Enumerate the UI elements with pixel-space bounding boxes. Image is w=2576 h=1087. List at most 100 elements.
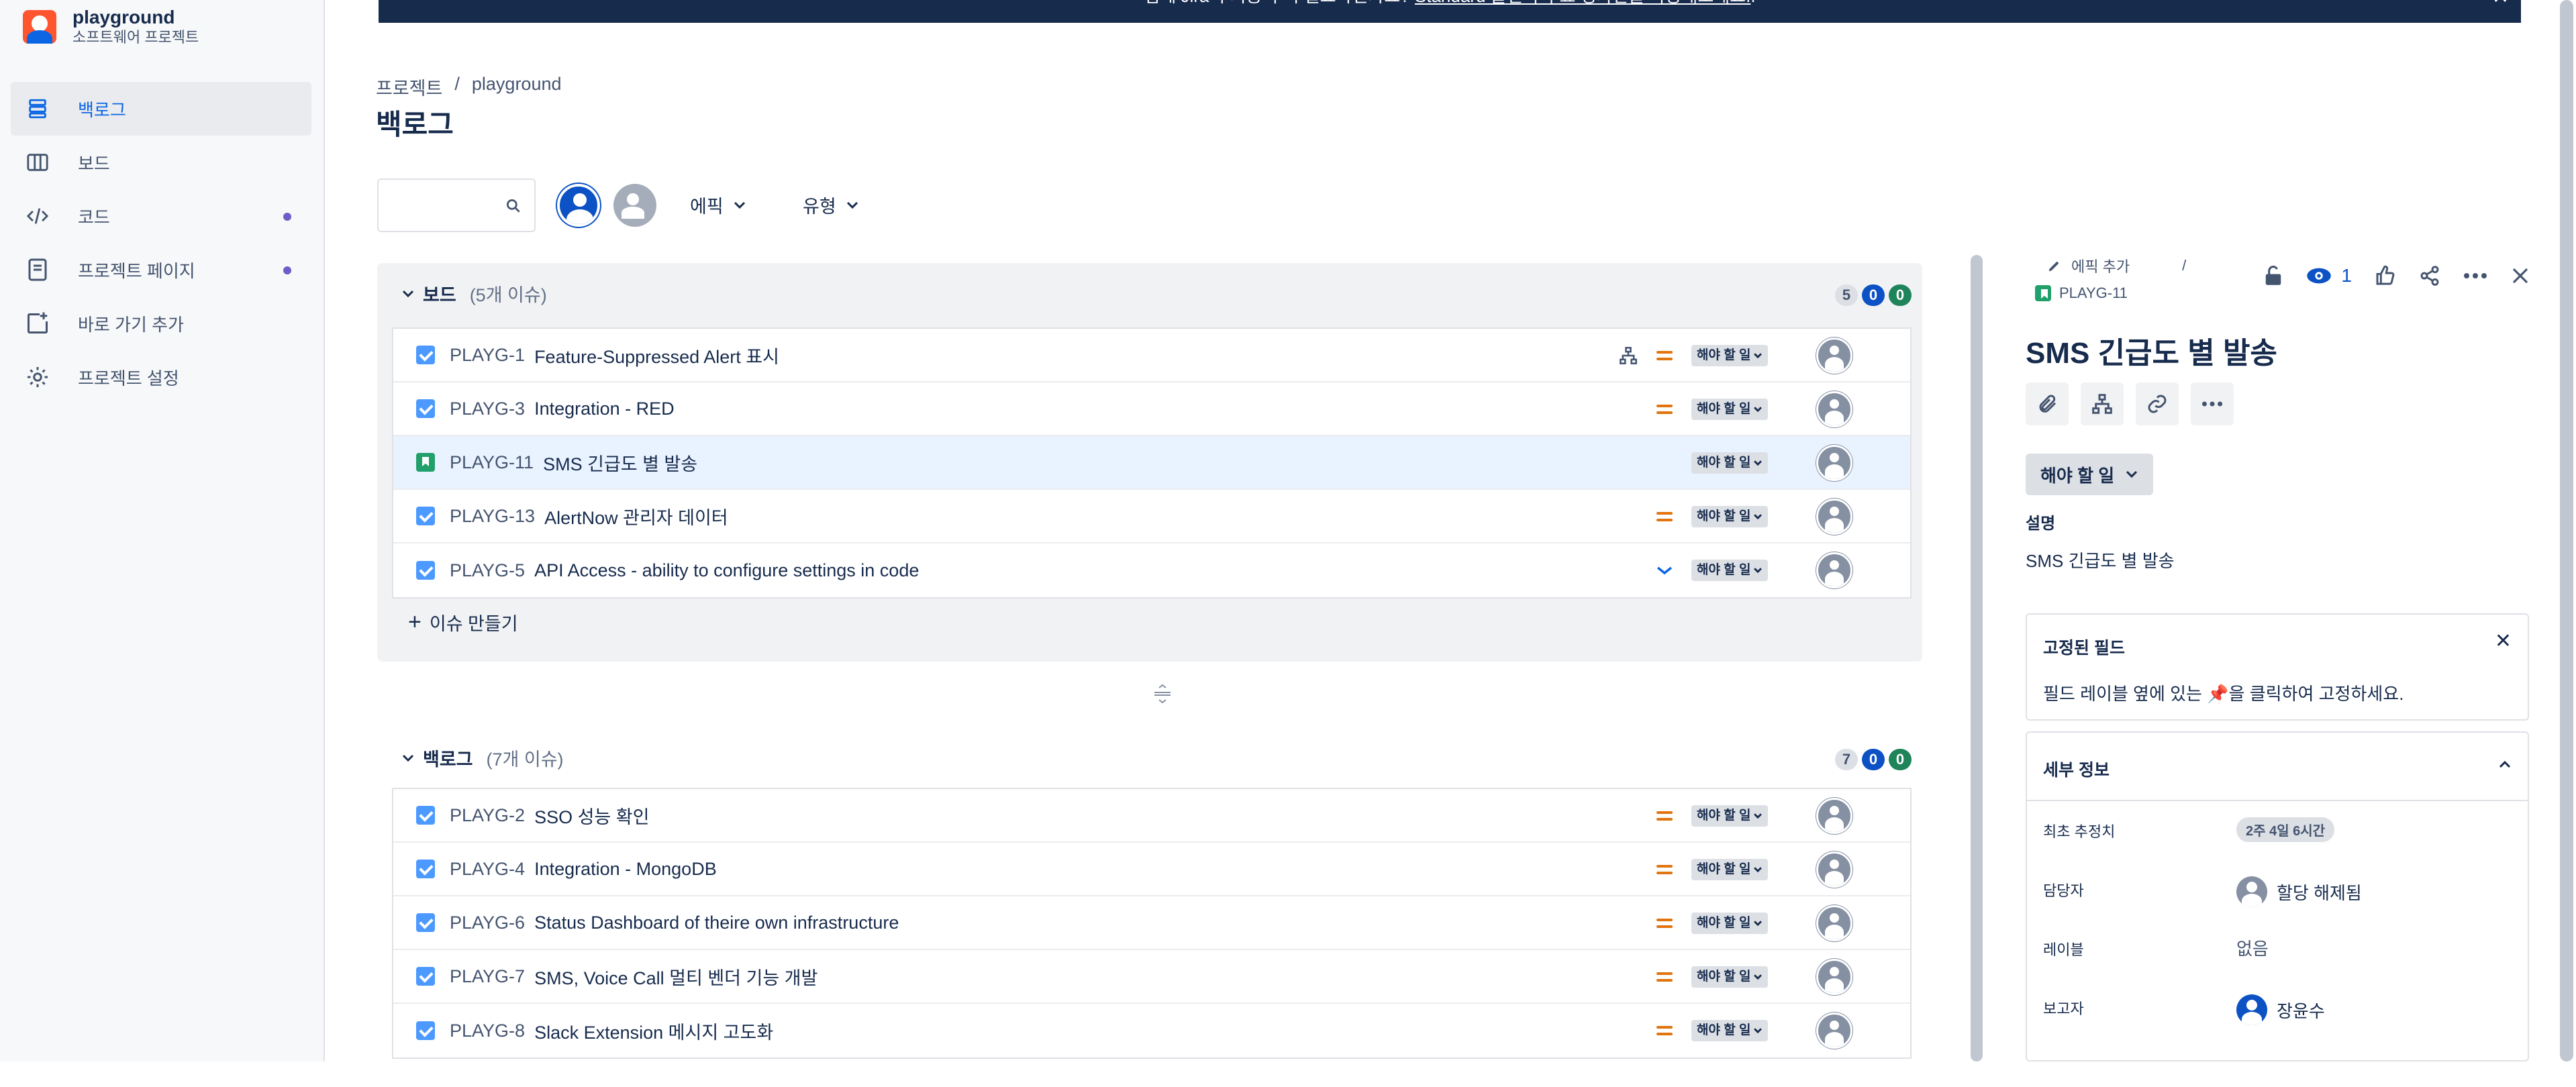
assignee-avatar[interactable] [1816, 499, 1852, 535]
status-dropdown[interactable]: 해야 할 일 [1691, 452, 1769, 474]
status-label: 해야 할 일 [1697, 970, 1751, 984]
sidebar-item-add-shortcut[interactable]: 바로 가기 추가 [11, 297, 311, 350]
issue-row[interactable]: PLAYG-1 Feature-Suppressed Alert 표시 해야 할 일 [393, 329, 1910, 382]
status-dropdown[interactable]: 해야 할 일 [1691, 913, 1769, 934]
assignee-avatar[interactable] [1816, 851, 1852, 888]
breadcrumb-project[interactable]: playground [472, 74, 562, 100]
pinned-fields-title: 고정된 필드 [2043, 639, 2125, 658]
assignee-value[interactable]: 할당 해제됨 [2236, 876, 2362, 907]
chevron-down-icon [846, 201, 858, 209]
assignee-avatar[interactable] [1816, 552, 1852, 588]
status-dropdown[interactable]: 해야 할 일 [1691, 345, 1769, 366]
status-label: 해야 할 일 [1697, 809, 1751, 823]
issue-key[interactable]: PLAYG-5 [450, 560, 525, 581]
issue-row[interactable]: PLAYG-3 Integration - RED 해야 할 일 [393, 382, 1910, 436]
assignee-avatar[interactable] [1816, 1013, 1852, 1049]
issue-key[interactable]: PLAYG-3 [450, 399, 525, 419]
issue-key[interactable]: PLAYG-6 [450, 913, 525, 933]
banner-link[interactable]: Standard 플랜의 무료 평가판을 사용해보세요. [1415, 0, 1750, 6]
watch-button[interactable]: 1 [2306, 265, 2352, 287]
sidebar-nav: 백로그 보드 코드 프로젝트 페이지 바로 가기 추가 프로젝트 설정 [11, 82, 311, 404]
task-icon [416, 507, 435, 525]
issue-row[interactable]: PLAYG-6 Status Dashboard of theire own in… [393, 896, 1910, 950]
page-scrollbar[interactable] [2560, 0, 2573, 1062]
watcher-count: 1 [2341, 265, 2352, 286]
status-dropdown[interactable]: 해야 할 일 [2026, 454, 2154, 495]
page-title: 백로그 [376, 109, 454, 140]
detail-issue-key[interactable]: PLAYG-11 [2035, 284, 2128, 302]
status-dropdown[interactable]: 해야 할 일 [1691, 1020, 1769, 1041]
sidebar-item-label: 백로그 [78, 99, 126, 120]
child-issue-button[interactable] [2081, 382, 2124, 425]
issue-key[interactable]: PLAYG-4 [450, 859, 525, 880]
search-input[interactable] [377, 178, 536, 232]
banner-text: 팀에 Jira의 기능이 더 필요하신가요? [1144, 0, 1409, 6]
share-icon[interactable] [2419, 265, 2440, 287]
assignee-avatar[interactable] [1816, 338, 1852, 374]
reporter-value[interactable]: 장윤수 [2236, 994, 2325, 1025]
thumbs-up-icon[interactable] [2375, 265, 2396, 287]
more-icon[interactable] [2463, 272, 2487, 279]
close-icon[interactable] [2510, 266, 2530, 286]
epic-filter[interactable]: 에픽 [690, 192, 746, 218]
details-card: 세부 정보 최초 추정치 2주 4일 6시간 담당자 할당 해제됨 레이블 없음… [2026, 731, 2529, 1062]
assignee-avatar[interactable] [1816, 391, 1852, 427]
assignee-avatar[interactable] [1816, 798, 1852, 834]
issue-key[interactable]: PLAYG-2 [450, 805, 525, 826]
link-issue-button[interactable] [2136, 382, 2179, 425]
sidebar-item-settings[interactable]: 프로젝트 설정 [11, 350, 311, 404]
assignee-avatar[interactable] [1816, 959, 1852, 995]
drag-handle-icon[interactable] [1152, 683, 1173, 705]
sidebar-item-project-page[interactable]: 프로젝트 페이지 [11, 243, 311, 297]
issue-key[interactable]: PLAYG-11 [450, 452, 534, 473]
issue-key[interactable]: PLAYG-13 [450, 506, 535, 527]
sidebar-item-board[interactable]: 보드 [11, 136, 311, 189]
issue-row[interactable]: PLAYG-13 AlertNow 관리자 데이터 해야 할 일 [393, 490, 1910, 544]
child-issues-icon[interactable] [1619, 346, 1638, 365]
issue-row[interactable]: PLAYG-5 API Access - ability to configure… [393, 544, 1910, 597]
board-section-header[interactable]: 보드 (5개 이슈) [401, 280, 547, 307]
issue-row[interactable]: PLAYG-8 Slack Extension 메시지 고도화 해야 할 일 [393, 1004, 1910, 1057]
assignee-avatar[interactable] [1816, 905, 1852, 941]
status-dropdown[interactable]: 해야 할 일 [1691, 506, 1769, 527]
epic-filter-label: 에픽 [690, 197, 724, 217]
status-dropdown[interactable]: 해야 할 일 [1691, 859, 1769, 880]
issue-row[interactable]: PLAYG-11 SMS 긴급도 별 발송 해야 할 일 [393, 436, 1910, 490]
description-text[interactable]: SMS 긴급도 별 발송 [2026, 548, 2175, 572]
create-issue-button[interactable]: + 이슈 만들기 [408, 609, 518, 635]
lock-icon[interactable] [2263, 264, 2283, 287]
labels-value[interactable]: 없음 [2236, 935, 2269, 960]
project-header[interactable]: playground 소프트웨어 프로젝트 [23, 7, 199, 47]
status-dropdown[interactable]: 해야 할 일 [1691, 966, 1769, 988]
issue-title[interactable]: SMS 긴급도 별 발송 [2026, 329, 2277, 372]
sidebar-item-code[interactable]: 코드 [11, 189, 311, 243]
more-actions-button[interactable] [2191, 382, 2234, 425]
status-dropdown[interactable]: 해야 할 일 [1691, 399, 1769, 420]
issue-summary: SMS, Voice Call 멀티 벤더 기능 개발 [534, 968, 818, 988]
user-avatar-filter[interactable] [557, 184, 600, 227]
type-filter[interactable]: 유형 [803, 192, 859, 218]
attach-button[interactable] [2026, 382, 2069, 425]
issue-row[interactable]: PLAYG-7 SMS, Voice Call 멀티 벤더 기능 개발 해야 할 일 [393, 950, 1910, 1004]
breadcrumb-projects[interactable]: 프로젝트 [376, 74, 442, 100]
issue-summary: API Access - ability to configure settin… [534, 560, 920, 580]
assignee-avatar[interactable] [1816, 445, 1852, 481]
issue-key[interactable]: PLAYG-7 [450, 966, 525, 987]
add-epic-link[interactable]: 에픽 추가 [2071, 255, 2130, 276]
add-people-icon[interactable] [613, 184, 656, 227]
issue-toolbar [2026, 382, 2234, 425]
estimate-value[interactable]: 2주 4일 6시간 [2236, 817, 2335, 842]
sidebar-item-backlog[interactable]: 백로그 [11, 82, 311, 136]
issue-row[interactable]: PLAYG-2 SSO 성능 확인 해야 할 일 [393, 789, 1910, 843]
chevron-up-icon[interactable] [2498, 760, 2512, 769]
issue-key[interactable]: PLAYG-1 [450, 345, 525, 366]
status-dropdown[interactable]: 해야 할 일 [1691, 560, 1769, 581]
status-dropdown[interactable]: 해야 할 일 [1691, 805, 1769, 827]
backlog-section-header[interactable]: 백로그 (7개 이슈) [401, 745, 564, 771]
close-icon[interactable]: ✕ [2492, 0, 2509, 7]
priority-medium-icon [1655, 403, 1674, 415]
close-icon[interactable]: ✕ [2495, 629, 2512, 653]
issue-key[interactable]: PLAYG-8 [450, 1021, 525, 1041]
issue-row[interactable]: PLAYG-4 Integration - MongoDB 해야 할 일 [393, 843, 1910, 896]
banner-tail: . [1750, 0, 1755, 6]
